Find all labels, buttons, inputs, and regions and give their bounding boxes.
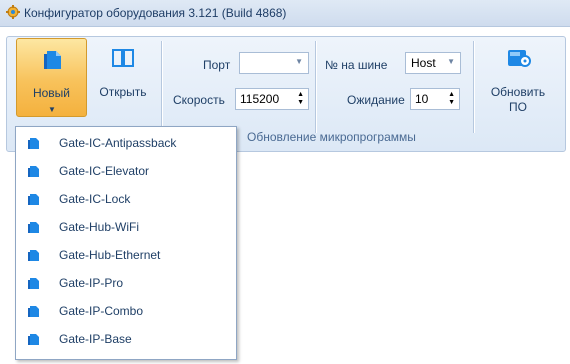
port-select[interactable]: ▼	[239, 52, 309, 74]
bus-number-select[interactable]: Host ▼	[405, 52, 461, 74]
list-item[interactable]: Gate-Hub-WiFi	[17, 213, 235, 241]
document-icon	[28, 334, 39, 345]
gear-icon	[6, 5, 20, 19]
update-firmware-label-line2: ПО	[509, 100, 527, 114]
new-document-icon	[44, 51, 61, 69]
bus-number-label: № на шине	[325, 58, 388, 72]
list-item-label: Gate-IC-Antipassback	[59, 136, 177, 150]
open-button[interactable]: Открыть	[91, 38, 155, 117]
list-item-label: Gate-IP-Base	[59, 332, 132, 346]
document-icon	[28, 166, 39, 177]
document-icon	[28, 222, 39, 233]
list-item-label: Gate-Hub-WiFi	[59, 220, 140, 234]
timeout-spinner[interactable]: 10 ▲ ▼	[410, 88, 460, 110]
new-device-dropdown: Gate-IC-Antipassback Gate-IC-Elevator Ga…	[15, 126, 237, 360]
group-caption: Обновление микропрограммы	[247, 130, 416, 144]
speed-label: Скорость	[173, 93, 225, 107]
document-icon	[28, 278, 39, 289]
open-book-icon	[112, 49, 134, 67]
spin-up-icon[interactable]: ▲	[448, 91, 455, 98]
chevron-down-icon: ▼	[295, 57, 303, 66]
ribbon-divider	[473, 41, 475, 133]
document-icon	[28, 250, 39, 261]
list-item[interactable]: Gate-IP-Combo	[17, 297, 235, 325]
list-item-label: Gate-IC-Lock	[59, 192, 131, 206]
list-item-label: Gate-Hub-Ethernet	[59, 248, 161, 262]
timeout-value: 10	[415, 92, 429, 106]
spin-down-icon[interactable]: ▼	[448, 99, 455, 106]
list-item-label: Gate-IC-Elevator	[59, 164, 150, 178]
chevron-down-icon: ▼	[48, 105, 56, 114]
list-item[interactable]: Gate-Hub-Ethernet	[17, 241, 235, 269]
list-item-label: Gate-IP-Pro	[59, 276, 124, 290]
list-item[interactable]: Gate-IC-Antipassback	[17, 129, 235, 157]
new-button[interactable]: Новый ▼	[16, 38, 87, 117]
update-firmware-button[interactable]: Обновить ПО	[485, 38, 551, 117]
new-button-label: Новый	[32, 86, 71, 100]
list-item[interactable]: Gate-IP-Pro	[17, 269, 235, 297]
spin-up-icon[interactable]: ▲	[297, 91, 304, 98]
ribbon-divider	[161, 41, 163, 133]
port-label: Порт	[203, 58, 231, 72]
speed-spinner[interactable]: 115200 ▲ ▼	[235, 88, 309, 110]
ribbon-divider	[315, 41, 317, 133]
list-item[interactable]: Gate-IP-Base	[17, 325, 235, 353]
window-title: Конфигуратор оборудования 3.121 (Build 4…	[24, 6, 287, 20]
list-item[interactable]: Gate-IC-Lock	[17, 185, 235, 213]
speed-value: 115200	[240, 92, 280, 106]
document-icon	[28, 194, 39, 205]
document-icon	[28, 306, 39, 317]
list-item-label: Gate-IP-Combo	[59, 304, 144, 318]
timeout-label: Ожидание	[347, 93, 405, 107]
bus-number-value: Host	[411, 56, 436, 70]
spin-down-icon[interactable]: ▼	[297, 99, 304, 106]
title-bar: Конфигуратор оборудования 3.121 (Build 4…	[0, 0, 570, 27]
list-item[interactable]: Gate-IC-Elevator	[17, 157, 235, 185]
update-firmware-label: Обновить ПО	[485, 85, 551, 115]
document-icon	[28, 138, 39, 149]
chevron-down-icon: ▼	[447, 57, 455, 66]
firmware-disk-icon	[508, 50, 531, 67]
open-button-label: Открыть	[99, 85, 147, 99]
update-firmware-label-line1: Обновить	[490, 85, 546, 99]
